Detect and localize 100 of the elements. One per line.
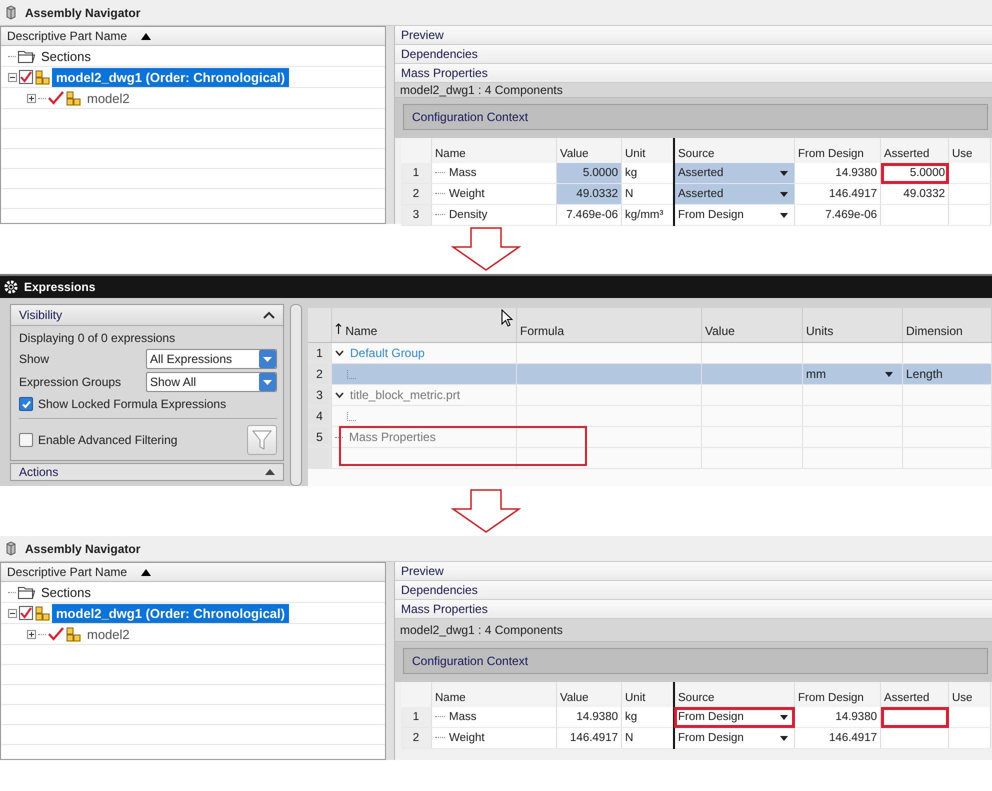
section-header[interactable]: Preview	[395, 562, 992, 581]
table-cell: Weight	[432, 184, 556, 204]
column-header[interactable]: Descriptive Part Name	[1, 27, 385, 46]
tree-item[interactable]: model2_dwg1 (Order: Chronological)	[52, 68, 289, 86]
column-header[interactable]: Value	[556, 682, 622, 707]
column-header[interactable]: Dimension	[902, 308, 992, 342]
summary-text: model2_dwg1 : 4 Components	[400, 623, 563, 637]
expand-icon[interactable]	[27, 94, 36, 102]
row-number: 3	[308, 384, 332, 406]
group-title: Actions	[19, 465, 58, 479]
tree-item[interactable]: model2	[83, 624, 134, 644]
part-icon	[5, 5, 17, 20]
expand-icon[interactable]	[27, 630, 36, 638]
table-cell: 14.9380	[794, 707, 880, 728]
part-icon	[5, 541, 17, 556]
configuration-context-bar[interactable]: Configuration Context	[403, 104, 988, 130]
expression-count: Displaying 0 of 0 expressions	[19, 330, 176, 346]
checkbox-label: Show Locked Formula Expressions	[38, 397, 226, 411]
collapse-icon[interactable]	[263, 311, 275, 319]
row-number: 2	[401, 728, 432, 748]
check-mark-icon[interactable]	[48, 627, 64, 641]
scrollbar[interactable]	[290, 304, 302, 486]
section-header[interactable]: Dependencies	[395, 581, 992, 600]
group-name[interactable]: Default Group	[350, 346, 425, 360]
column-header[interactable]: Source	[674, 138, 794, 163]
table-cell: 49.0332	[556, 184, 622, 204]
caret-icon	[780, 192, 788, 197]
cubes-icon	[66, 90, 81, 106]
cubes-icon	[35, 70, 50, 84]
tree-item[interactable]: Sections	[37, 46, 95, 66]
column-header[interactable]: Units	[802, 308, 902, 342]
checkbox-label: Enable Advanced Filtering	[38, 433, 178, 447]
folder-icon	[18, 50, 35, 62]
row-number: 1	[308, 342, 332, 364]
column-header[interactable]: Use	[948, 138, 990, 163]
collapse-icon[interactable]	[265, 469, 275, 475]
scrollbar[interactable]	[386, 26, 394, 224]
row-number: 5	[308, 426, 332, 448]
column-header[interactable]: Name	[432, 138, 556, 163]
column-header[interactable]: Asserted	[880, 138, 948, 163]
tree-item[interactable]: Sections	[37, 582, 95, 602]
collapse-icon[interactable]	[8, 72, 17, 82]
column-title: Descriptive Part Name	[7, 565, 128, 579]
section-header[interactable]: Mass Properties	[395, 600, 992, 619]
source-dropdown[interactable]: From Design	[674, 728, 794, 748]
column-header[interactable]: Value	[556, 138, 622, 163]
column-header[interactable]: From Design	[794, 682, 880, 707]
group-header[interactable]: Actions	[10, 463, 284, 481]
tree-item[interactable]: model2_dwg1 (Order: Chronological)	[52, 604, 289, 622]
section-header[interactable]: Preview	[395, 26, 992, 45]
configuration-context-bar[interactable]: Configuration Context	[403, 648, 988, 674]
column-header[interactable]: Asserted	[880, 682, 948, 707]
checkbox[interactable]	[19, 70, 33, 84]
check-mark-icon[interactable]	[48, 91, 64, 105]
expression-groups-dropdown[interactable]: Show All	[146, 372, 277, 392]
source-dropdown[interactable]: Asserted	[674, 163, 794, 184]
group-header[interactable]: Visibility	[11, 305, 283, 326]
table-cell: Mass	[432, 163, 556, 184]
section-header[interactable]: Mass Properties	[395, 64, 992, 83]
header-corner	[401, 138, 432, 163]
filter-button[interactable]	[247, 425, 277, 455]
row-number: 1	[401, 163, 432, 184]
table-cell: 5.0000	[556, 163, 622, 184]
column-header[interactable]: Unit	[622, 138, 674, 163]
column-header[interactable]: Descriptive Part Name	[1, 563, 385, 582]
row-number: 1	[401, 707, 432, 728]
checkbox[interactable]	[19, 606, 33, 620]
source-dropdown[interactable]: From Design	[674, 707, 794, 728]
section-header[interactable]: Dependencies	[395, 45, 992, 64]
collapse-icon[interactable]	[8, 608, 17, 618]
column-header[interactable]: From Design	[794, 138, 880, 163]
checkbox[interactable]	[19, 433, 33, 447]
source-dropdown[interactable]: Asserted	[674, 184, 794, 204]
show-dropdown[interactable]: All Expressions	[146, 349, 277, 369]
group-name[interactable]: title_block_metric.prt	[350, 388, 460, 402]
column-header[interactable]: Use	[948, 682, 990, 707]
column-header[interactable]: Unit	[622, 682, 674, 707]
panel-title: Assembly Navigator	[25, 542, 140, 556]
chevron-down-icon[interactable]	[335, 392, 344, 398]
group-name[interactable]: Mass Properties	[349, 430, 436, 444]
dialog-title: Expressions	[24, 280, 96, 294]
source-dropdown[interactable]: From Design	[674, 204, 794, 226]
sort-arrow-icon	[141, 568, 152, 576]
column-header[interactable]: Formula	[516, 308, 702, 342]
scrollbar[interactable]	[386, 562, 394, 760]
table-cell: kg/mm³	[622, 204, 674, 226]
row-number: 4	[308, 406, 332, 426]
chevron-down-icon[interactable]	[335, 350, 344, 356]
tree-item[interactable]: model2	[83, 88, 134, 108]
panel-title: Assembly Navigator	[25, 6, 140, 20]
table-cell: Mass	[432, 707, 556, 728]
checkbox[interactable]	[19, 397, 33, 411]
table-cell: N	[622, 728, 674, 748]
table-cell: 7.469e-06	[556, 204, 622, 226]
funnel-icon	[252, 429, 272, 451]
table-cell: Weight	[432, 728, 556, 748]
column-header[interactable]: Name	[432, 682, 556, 707]
column-header[interactable]: Source	[674, 682, 794, 707]
column-header[interactable]: Value	[702, 308, 802, 342]
column-header[interactable]: Name	[332, 308, 516, 342]
